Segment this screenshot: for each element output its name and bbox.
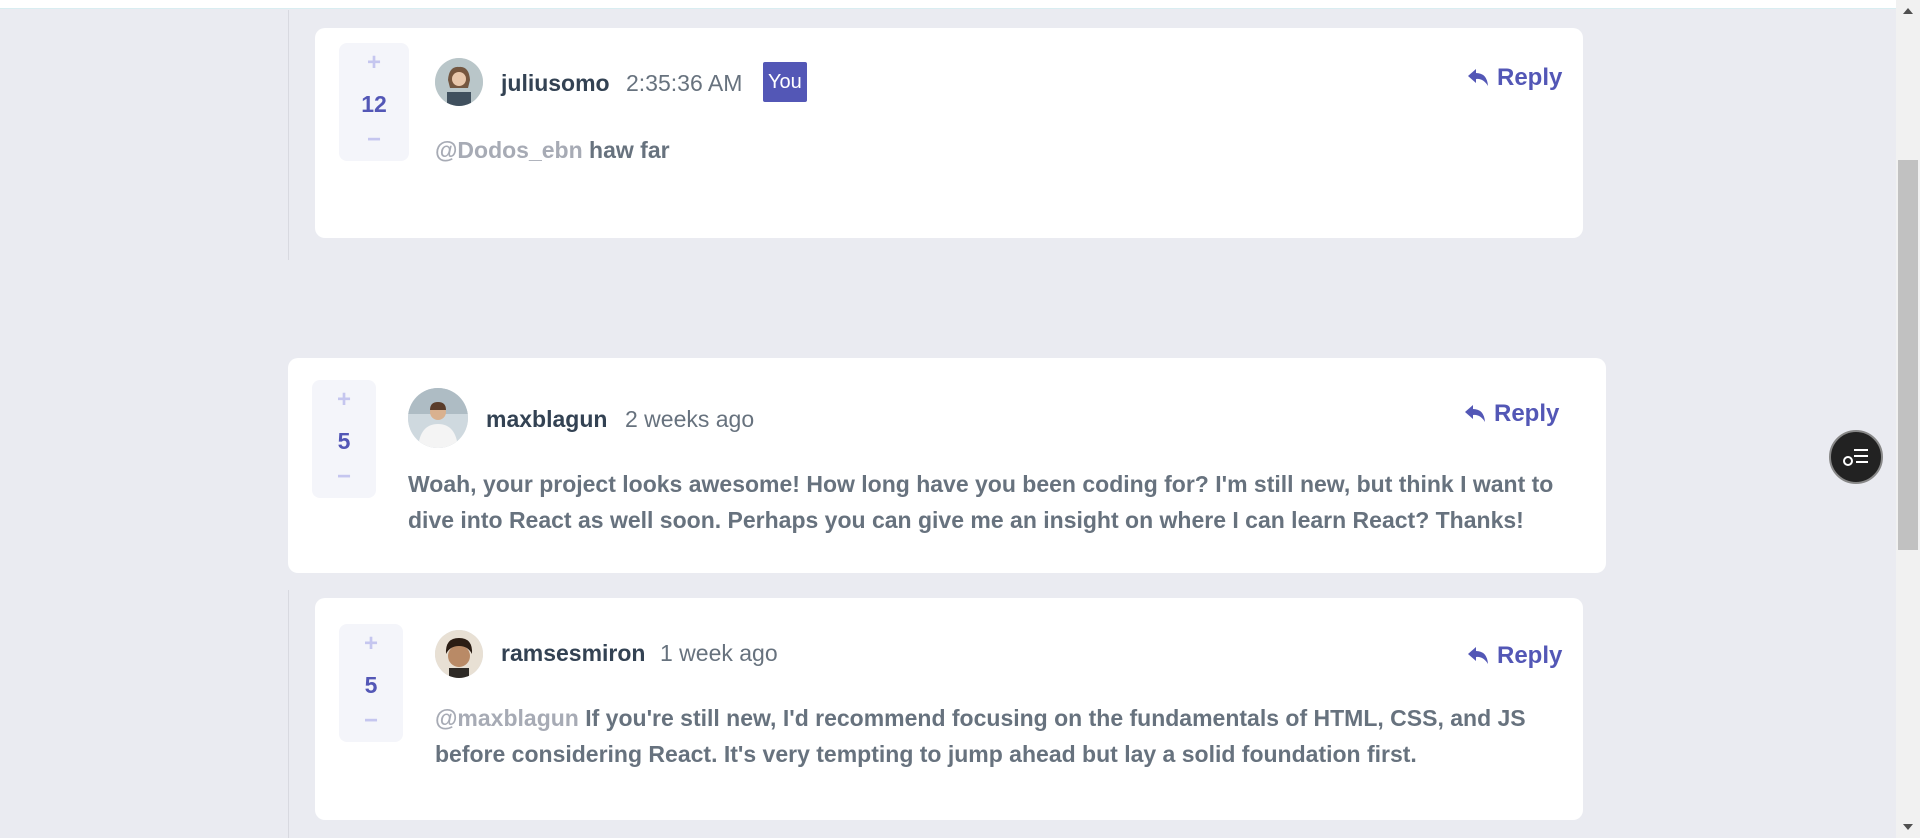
comment-username[interactable]: maxblagun (486, 406, 607, 433)
downvote-button[interactable]: − (367, 128, 381, 152)
list-icon (1843, 449, 1868, 466)
reply-button[interactable]: Reply (1464, 400, 1559, 428)
comment-username[interactable]: ramsesmiron (501, 640, 645, 667)
vote-control: + 5 − (339, 624, 403, 742)
reply-thread-line (288, 590, 289, 838)
upvote-button[interactable]: + (364, 632, 378, 656)
reply-icon (1468, 647, 1488, 664)
reply-label: Reply (1497, 64, 1563, 91)
comment-text: haw far (582, 137, 670, 163)
reply-icon (1465, 405, 1485, 422)
floating-list-button[interactable] (1829, 430, 1883, 484)
scrollbar-thumb[interactable] (1898, 160, 1918, 550)
comment-body: @maxblagun If you're still new, I'd reco… (435, 700, 1545, 772)
scroll-down-arrow[interactable] (1903, 824, 1913, 830)
reply-icon (1468, 69, 1488, 86)
reply-button[interactable]: Reply (1467, 64, 1562, 92)
top-bar (0, 0, 1920, 9)
comment-timestamp: 2:35:36 AM (626, 70, 743, 96)
comment-body: @Dodos_ebn haw far (435, 132, 1535, 168)
upvote-button[interactable]: + (337, 388, 351, 412)
vote-score: 5 (364, 672, 378, 698)
comment-username[interactable]: juliusomo (501, 70, 610, 97)
comment-card: + 12 − juliusomo 2:35:36 AM You Reply @D… (315, 28, 1583, 238)
avatar (435, 58, 483, 106)
comment-text: If you're still new, I'd recommend focus… (435, 705, 1526, 767)
vote-control: + 5 − (312, 380, 376, 498)
comment-body: Woah, your project looks awesome! How lo… (408, 466, 1568, 538)
vote-control: + 12 − (339, 43, 409, 161)
comment-text: Woah, your project looks awesome! How lo… (408, 471, 1554, 533)
mention-link[interactable]: @Dodos_ebn (435, 137, 583, 163)
you-badge: You (763, 62, 807, 102)
vote-score: 5 (337, 428, 351, 454)
upvote-button[interactable]: + (367, 51, 381, 75)
downvote-button[interactable]: − (364, 709, 378, 733)
mention-link[interactable]: @maxblagun (435, 705, 579, 731)
avatar (435, 630, 483, 678)
vertical-scrollbar[interactable] (1896, 0, 1920, 838)
reply-label: Reply (1497, 642, 1563, 669)
comment-timestamp: 1 week ago (660, 640, 778, 666)
comment-timestamp: 2 weeks ago (625, 406, 755, 432)
comment-card: + 5 − ramsesmiron 1 week ago Reply @maxb… (315, 598, 1583, 820)
vote-score: 12 (361, 91, 387, 117)
downvote-button[interactable]: − (337, 465, 351, 489)
comment-card: + 5 − maxblagun 2 weeks ago Reply Woah, … (288, 358, 1606, 573)
scroll-up-arrow[interactable] (1903, 8, 1913, 14)
reply-button[interactable]: Reply (1467, 642, 1562, 670)
avatar (408, 388, 468, 448)
reply-label: Reply (1494, 400, 1560, 427)
reply-thread-line (288, 10, 289, 260)
